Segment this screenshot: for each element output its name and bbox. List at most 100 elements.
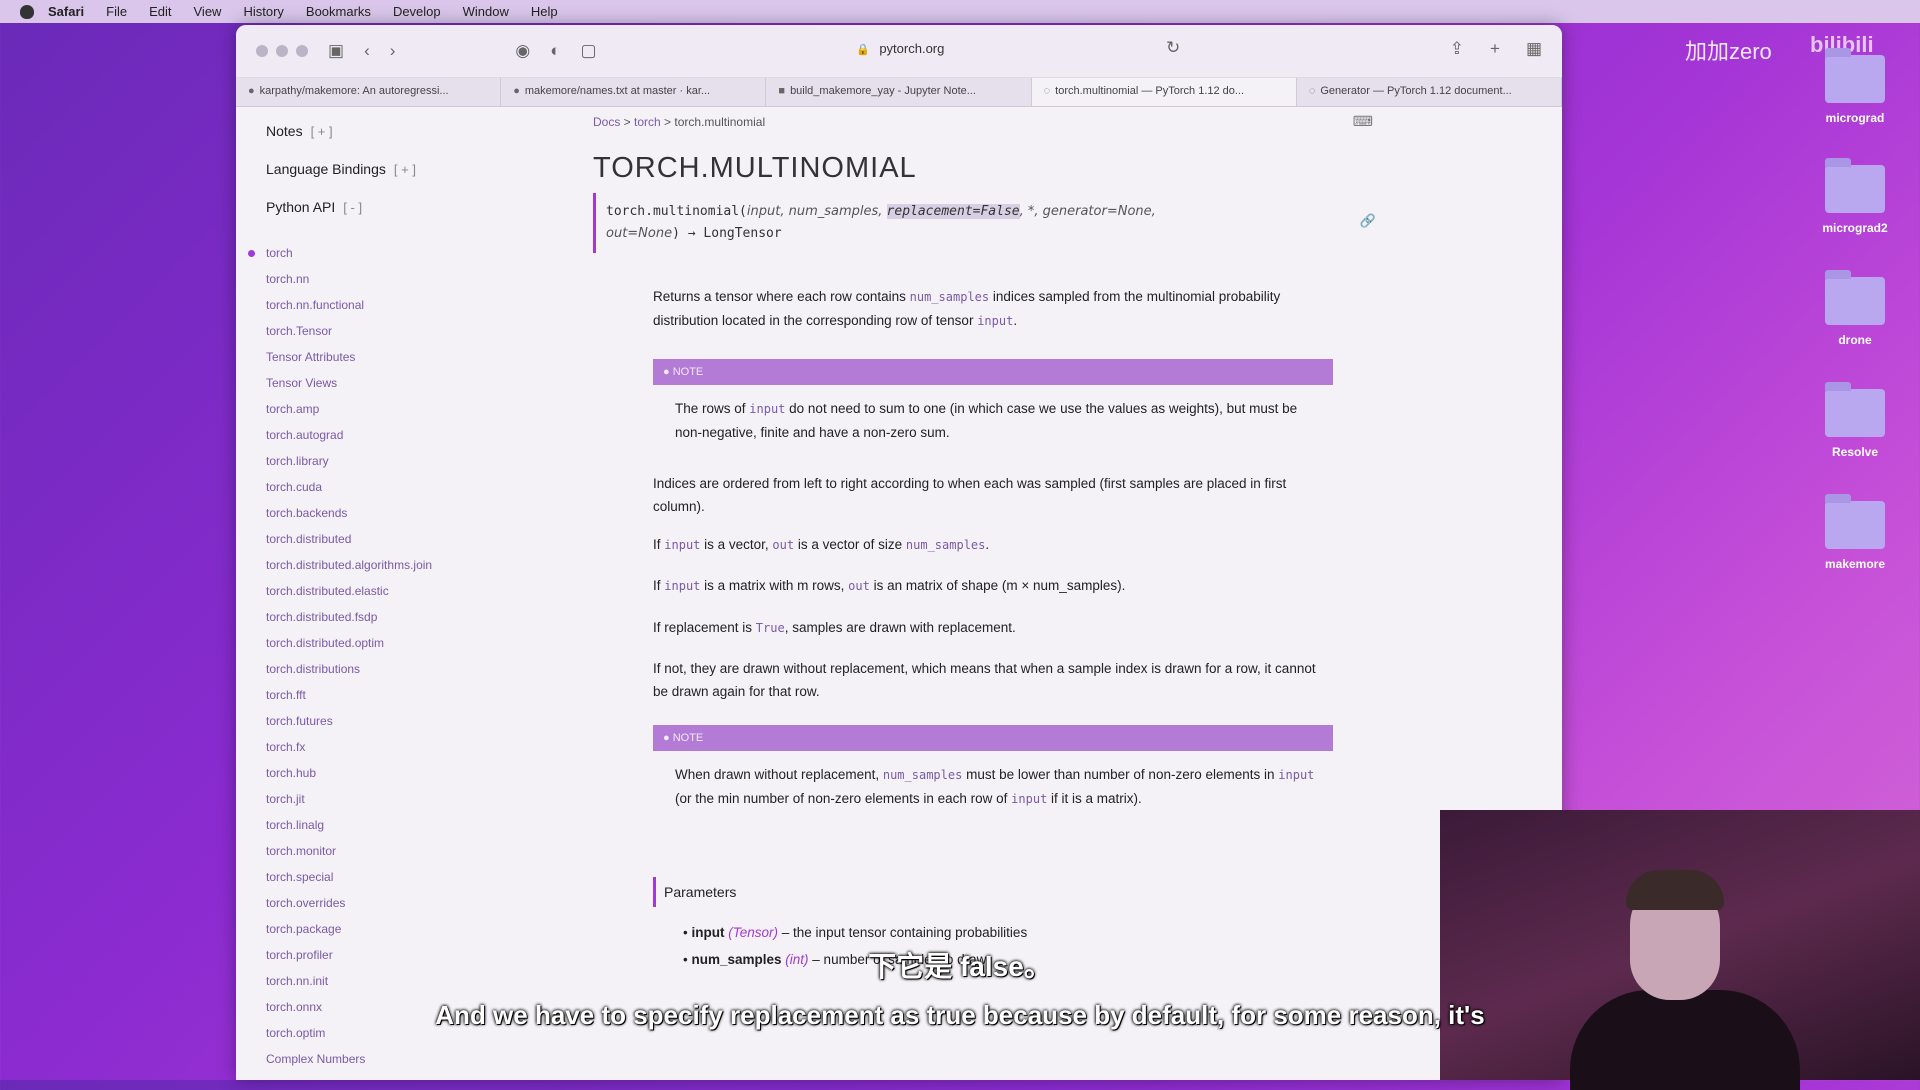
sidebar-item-complex-numbers[interactable]: Complex Numbers [266, 1046, 432, 1072]
menu-bookmarks[interactable]: Bookmarks [306, 4, 371, 19]
sidebar-item-torch-distributed-fsdp[interactable]: torch.distributed.fsdp [266, 604, 432, 630]
sidebar-item-tensor-attributes[interactable]: Tensor Attributes [266, 344, 432, 370]
folder-icon [1825, 158, 1885, 213]
sidebar-item-torch-special[interactable]: torch.special [266, 864, 432, 890]
reload-icon[interactable]: ↻ [1166, 38, 1180, 58]
sidebar-item-torch-library[interactable]: torch.library [266, 448, 432, 474]
subtitle-chinese: 下它是 false。 [868, 951, 1052, 982]
breadcrumb-torch[interactable]: torch [634, 115, 661, 129]
menu-help[interactable]: Help [531, 4, 558, 19]
zoom-window-button[interactable] [296, 45, 308, 57]
sidebar-item-torch-distributed[interactable]: torch.distributed [266, 526, 432, 552]
sidebar-item-torch-distributed-algorithms-join[interactable]: torch.distributed.algorithms.join [266, 552, 432, 578]
menu-view[interactable]: View [194, 4, 222, 19]
sidebar-item-torch-autograd[interactable]: torch.autograd [266, 422, 432, 448]
loading-icon: ◌ [1043, 85, 1051, 97]
inline-code: input [977, 314, 1014, 328]
safari-window: ▣ ‹ › ◉ ◐ ▢ 🔒 pytorch.org ↻ ⇪ + ▦ ● karpa… [236, 25, 1562, 1080]
address-text: pytorch.org [879, 41, 945, 56]
sidebar-item-torch-fft[interactable]: torch.fft [266, 682, 432, 708]
sidebar-item-torch-jit[interactable]: torch.jit [266, 786, 432, 812]
privacy-shield-icon[interactable]: ◐ [550, 41, 560, 61]
folder-icon [1825, 494, 1885, 549]
sidebar-item-torch-distributions[interactable]: torch.distributions [266, 656, 432, 682]
param-input: • input (Tensor) – the input tensor cont… [683, 925, 1028, 940]
menu-window[interactable]: Window [463, 4, 509, 19]
expand-toggle[interactable]: [ + ] [311, 124, 333, 139]
sidebar-item-torch-tensor[interactable]: torch.Tensor [266, 318, 432, 344]
desktop-folder-makemore[interactable]: makemore [1800, 494, 1910, 571]
text: The rows of [675, 401, 750, 416]
sidebar-item-torch-distributed-elastic[interactable]: torch.distributed.elastic [266, 578, 432, 604]
breadcrumb-current: torch.multinomial [674, 115, 766, 129]
replacement-paragraph: If replacement is True, samples are draw… [653, 616, 1333, 640]
desktop-folder-resolve[interactable]: Resolve [1800, 382, 1910, 459]
sidebar-section-python-api[interactable]: Python API [ - ] [266, 199, 362, 215]
github-icon: ● [248, 85, 255, 97]
inline-code: input [749, 402, 786, 416]
page-title: TORCH.MULTINOMIAL [593, 152, 917, 184]
ordering-paragraph: Indices are ordered from left to right a… [653, 476, 1287, 514]
sidebar-item-torch-cuda[interactable]: torch.cuda [266, 474, 432, 500]
expand-toggle[interactable]: [ + ] [394, 162, 416, 177]
share-icon[interactable]: ⇪ [1450, 39, 1464, 59]
link-icon[interactable]: 🔗 [1360, 211, 1376, 233]
sidebar-item-torch-package[interactable]: torch.package [266, 916, 432, 942]
sidebar-item-torch[interactable]: torch [247, 240, 432, 266]
sidebar-section-notes[interactable]: Notes [ + ] [266, 123, 333, 139]
extension-icon[interactable]: ◉ [515, 41, 530, 61]
sidebar-item-tensor-views[interactable]: Tensor Views [266, 370, 432, 396]
window-controls [256, 45, 308, 57]
param-type[interactable]: (Tensor) [728, 925, 778, 940]
sidebar-item-torch-nn[interactable]: torch.nn [266, 266, 432, 292]
sidebar-item-torch-nn-functional[interactable]: torch.nn.functional [266, 292, 432, 318]
tab-generator[interactable]: ◌ Generator — PyTorch 1.12 document... [1297, 78, 1562, 106]
sidebar-item-torch-amp[interactable]: torch.amp [266, 396, 432, 422]
tab-makemore-repo[interactable]: ● karpathy/makemore: An autoregressi... [236, 78, 502, 106]
close-window-button[interactable] [256, 45, 268, 57]
terminal-icon[interactable]: ⌨ [1353, 113, 1373, 130]
menu-history[interactable]: History [243, 4, 283, 19]
collapse-toggle[interactable]: [ - ] [343, 200, 362, 215]
sidebar-item-torch-hub[interactable]: torch.hub [266, 760, 432, 786]
desktop-folder-drone[interactable]: drone [1800, 270, 1910, 347]
param-name: input [691, 925, 725, 940]
tab-names-txt[interactable]: ● makemore/names.txt at master · kar... [501, 78, 767, 106]
back-icon[interactable]: ‹ [364, 41, 370, 61]
tab-bar: ● karpathy/makemore: An autoregressi... ●… [236, 78, 1562, 107]
tab-torch-multinomial[interactable]: ◌ torch.multinomial — PyTorch 1.12 do... [1031, 78, 1297, 106]
address-bar[interactable]: 🔒 pytorch.org [856, 41, 944, 56]
extension-icon[interactable]: ▢ [581, 41, 597, 61]
desktop-folder-micrograd2[interactable]: micrograd2 [1800, 158, 1910, 235]
new-tab-icon[interactable]: + [1490, 39, 1500, 59]
text: Returns a tensor where each row contains [653, 289, 910, 304]
menu-app-name[interactable]: Safari [48, 4, 84, 19]
menu-file[interactable]: File [106, 4, 127, 19]
tab-overview-icon[interactable]: ▦ [1526, 39, 1542, 59]
menu-develop[interactable]: Develop [393, 4, 441, 19]
menu-edit[interactable]: Edit [149, 4, 171, 19]
desktop-folder-micrograd[interactable]: micrograd [1800, 48, 1910, 125]
sidebar-section-language-bindings[interactable]: Language Bindings [ + ] [266, 161, 416, 177]
tab-label: makemore/names.txt at master · kar... [524, 85, 711, 97]
sidebar-item-torch-backends[interactable]: torch.backends [266, 500, 432, 526]
sidebar-item-torch-fx[interactable]: torch.fx [266, 734, 432, 760]
breadcrumb-docs[interactable]: Docs [593, 115, 620, 129]
sidebar-item-torch-linalg[interactable]: torch.linalg [266, 812, 432, 838]
sidebar-item-torch-overrides[interactable]: torch.overrides [266, 890, 432, 916]
sidebar-item-torch-futures[interactable]: torch.futures [266, 708, 432, 734]
inline-code: out [772, 538, 795, 552]
tab-jupyter[interactable]: ■ build_makemore_yay - Jupyter Note... [766, 78, 1032, 106]
sidebar-item-torch-monitor[interactable]: torch.monitor [266, 838, 432, 864]
text: , samples are drawn with replacement. [784, 620, 1016, 635]
forward-icon[interactable]: › [390, 41, 396, 61]
apple-icon[interactable] [20, 4, 34, 19]
sidebar-item-torch-distributed-optim[interactable]: torch.distributed.optim [266, 630, 432, 656]
text: (or the min number of non-zero elements … [675, 791, 1012, 806]
docs-sidebar: Notes [ + ] Language Bindings [ + ] Python… [236, 107, 566, 1080]
inline-code: num_samples [909, 290, 990, 304]
minimize-window-button[interactable] [276, 45, 288, 57]
page-content: Notes [ + ] Language Bindings [ + ] Python… [236, 107, 1562, 1080]
sig-return: ) → LongTensor [672, 226, 782, 241]
sidebar-toggle-icon[interactable]: ▣ [328, 41, 344, 61]
